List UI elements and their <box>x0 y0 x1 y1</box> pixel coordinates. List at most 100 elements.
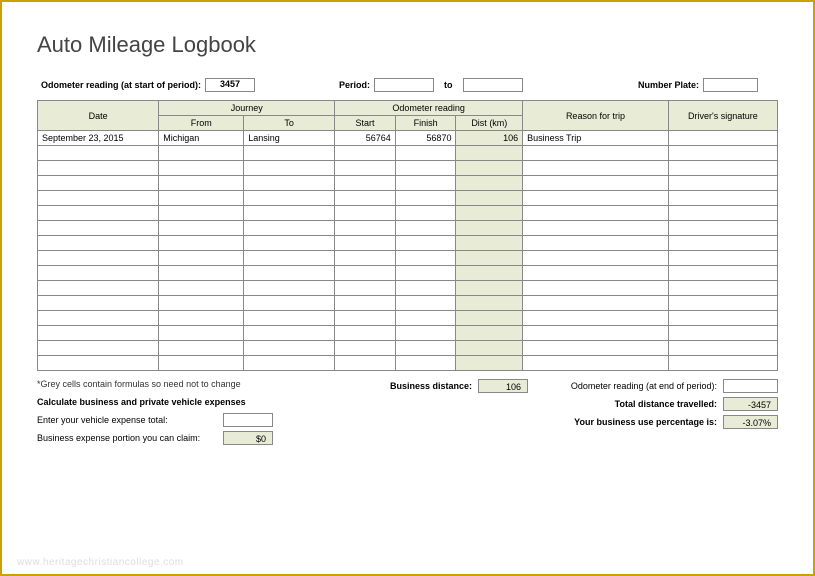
cell-signature[interactable] <box>668 296 777 311</box>
cell-finish[interactable] <box>395 326 456 341</box>
cell-signature[interactable] <box>668 191 777 206</box>
cell-date[interactable] <box>38 356 159 371</box>
cell-reason[interactable] <box>523 146 669 161</box>
cell-finish[interactable]: 56870 <box>395 131 456 146</box>
cell-start[interactable] <box>335 356 396 371</box>
cell-to[interactable] <box>244 221 335 236</box>
cell-from[interactable] <box>159 356 244 371</box>
cell-to[interactable]: Lansing <box>244 131 335 146</box>
cell-finish[interactable] <box>395 236 456 251</box>
cell-to[interactable] <box>244 266 335 281</box>
cell-start[interactable] <box>335 146 396 161</box>
cell-start[interactable] <box>335 326 396 341</box>
cell-from[interactable] <box>159 341 244 356</box>
cell-reason[interactable] <box>523 266 669 281</box>
cell-start[interactable] <box>335 221 396 236</box>
cell-finish[interactable] <box>395 251 456 266</box>
cell-from[interactable]: Michigan <box>159 131 244 146</box>
cell-date[interactable] <box>38 326 159 341</box>
cell-from[interactable] <box>159 251 244 266</box>
cell-reason[interactable] <box>523 356 669 371</box>
odometer-end-input[interactable] <box>723 379 778 393</box>
cell-to[interactable] <box>244 326 335 341</box>
cell-date[interactable] <box>38 161 159 176</box>
cell-signature[interactable] <box>668 161 777 176</box>
cell-reason[interactable] <box>523 281 669 296</box>
cell-finish[interactable] <box>395 281 456 296</box>
cell-start[interactable] <box>335 311 396 326</box>
cell-start[interactable] <box>335 176 396 191</box>
cell-from[interactable] <box>159 311 244 326</box>
cell-finish[interactable] <box>395 176 456 191</box>
cell-finish[interactable] <box>395 146 456 161</box>
cell-from[interactable] <box>159 326 244 341</box>
cell-signature[interactable] <box>668 341 777 356</box>
cell-signature[interactable] <box>668 236 777 251</box>
cell-from[interactable] <box>159 266 244 281</box>
cell-date[interactable]: September 23, 2015 <box>38 131 159 146</box>
cell-start[interactable] <box>335 236 396 251</box>
cell-reason[interactable] <box>523 176 669 191</box>
cell-start[interactable]: 56764 <box>335 131 396 146</box>
cell-date[interactable] <box>38 281 159 296</box>
cell-date[interactable] <box>38 311 159 326</box>
cell-finish[interactable] <box>395 356 456 371</box>
cell-signature[interactable] <box>668 221 777 236</box>
cell-to[interactable] <box>244 206 335 221</box>
cell-from[interactable] <box>159 236 244 251</box>
cell-reason[interactable] <box>523 161 669 176</box>
cell-reason[interactable] <box>523 191 669 206</box>
cell-signature[interactable] <box>668 266 777 281</box>
cell-to[interactable] <box>244 281 335 296</box>
cell-finish[interactable] <box>395 161 456 176</box>
cell-start[interactable] <box>335 191 396 206</box>
cell-signature[interactable] <box>668 251 777 266</box>
cell-signature[interactable] <box>668 281 777 296</box>
cell-to[interactable] <box>244 236 335 251</box>
cell-from[interactable] <box>159 191 244 206</box>
cell-finish[interactable] <box>395 311 456 326</box>
cell-to[interactable] <box>244 176 335 191</box>
cell-start[interactable] <box>335 341 396 356</box>
cell-reason[interactable]: Business Trip <box>523 131 669 146</box>
cell-finish[interactable] <box>395 296 456 311</box>
cell-reason[interactable] <box>523 341 669 356</box>
cell-from[interactable] <box>159 206 244 221</box>
cell-reason[interactable] <box>523 251 669 266</box>
cell-date[interactable] <box>38 221 159 236</box>
cell-to[interactable] <box>244 311 335 326</box>
number-plate-input[interactable] <box>703 78 758 92</box>
cell-to[interactable] <box>244 296 335 311</box>
period-to-input[interactable] <box>463 78 523 92</box>
cell-reason[interactable] <box>523 206 669 221</box>
cell-to[interactable] <box>244 356 335 371</box>
cell-start[interactable] <box>335 266 396 281</box>
cell-date[interactable] <box>38 176 159 191</box>
cell-signature[interactable] <box>668 326 777 341</box>
cell-finish[interactable] <box>395 341 456 356</box>
cell-start[interactable] <box>335 281 396 296</box>
expense-total-input[interactable] <box>223 413 273 427</box>
cell-reason[interactable] <box>523 296 669 311</box>
cell-reason[interactable] <box>523 326 669 341</box>
cell-to[interactable] <box>244 191 335 206</box>
cell-date[interactable] <box>38 191 159 206</box>
cell-to[interactable] <box>244 161 335 176</box>
cell-signature[interactable] <box>668 311 777 326</box>
period-from-input[interactable] <box>374 78 434 92</box>
cell-to[interactable] <box>244 146 335 161</box>
cell-signature[interactable] <box>668 206 777 221</box>
cell-signature[interactable] <box>668 176 777 191</box>
cell-finish[interactable] <box>395 221 456 236</box>
cell-finish[interactable] <box>395 266 456 281</box>
cell-from[interactable] <box>159 281 244 296</box>
cell-finish[interactable] <box>395 191 456 206</box>
cell-date[interactable] <box>38 251 159 266</box>
cell-from[interactable] <box>159 296 244 311</box>
cell-date[interactable] <box>38 146 159 161</box>
cell-date[interactable] <box>38 266 159 281</box>
cell-from[interactable] <box>159 221 244 236</box>
cell-from[interactable] <box>159 146 244 161</box>
cell-to[interactable] <box>244 341 335 356</box>
cell-signature[interactable] <box>668 131 777 146</box>
